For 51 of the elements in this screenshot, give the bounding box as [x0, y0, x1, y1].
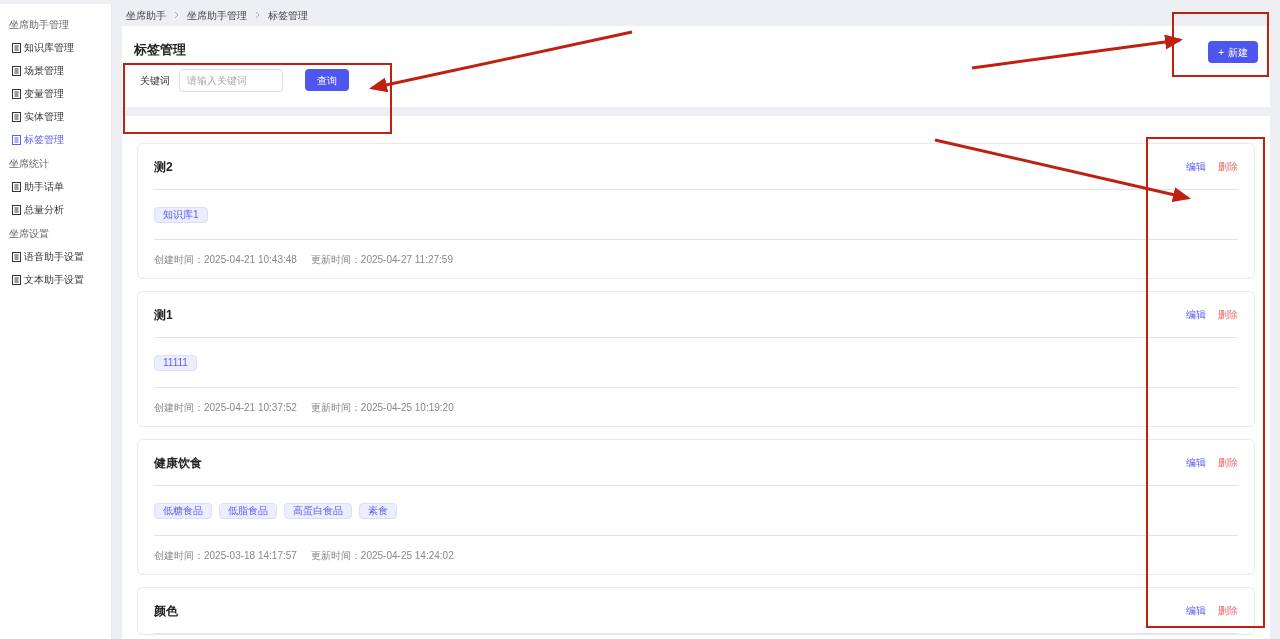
document-icon — [12, 251, 21, 262]
edit-link[interactable]: 编辑 — [1186, 159, 1206, 174]
created-time: 创建时间：2025-03-18 14:17:57 — [154, 548, 297, 563]
tag-chip: 低糖食品 — [154, 502, 212, 519]
card-title: 测1 — [154, 306, 173, 324]
sidebar-item[interactable]: 总量分析 — [0, 198, 111, 221]
tag-chip: 高蛋白食品 — [284, 502, 352, 519]
breadcrumb-item[interactable]: 标签管理 — [268, 7, 308, 23]
page-title: 标签管理 — [134, 41, 187, 59]
document-icon — [12, 42, 21, 53]
card-title: 测2 — [154, 158, 173, 176]
tag-chip: 11111 — [154, 354, 197, 371]
document-icon — [12, 111, 21, 122]
document-icon — [12, 181, 21, 192]
sidebar-item[interactable]: 场景管理 — [0, 59, 111, 82]
tag-chip: 低脂食品 — [219, 502, 277, 519]
sidebar-item[interactable]: 变量管理 — [0, 82, 111, 105]
breadcrumb-item[interactable]: 坐席助手管理 — [187, 7, 247, 23]
sidebar-item[interactable]: 实体管理 — [0, 105, 111, 128]
card-title: 颜色 — [154, 602, 178, 620]
card-title: 健康饮食 — [154, 454, 202, 472]
chevron-icon — [255, 11, 260, 19]
breadcrumb-item[interactable]: 坐席助手 — [126, 7, 166, 23]
edit-link[interactable]: 编辑 — [1186, 307, 1206, 322]
sidebar-item[interactable]: 语音助手设置 — [0, 245, 111, 268]
sidebar-group-title: 坐席设置 — [8, 226, 50, 241]
edit-link[interactable]: 编辑 — [1186, 455, 1206, 470]
new-button[interactable]: + 新建 — [1208, 41, 1258, 63]
sidebar-item[interactable]: 文本助手设置 — [0, 268, 111, 291]
sidebar-item[interactable]: 助手话单 — [0, 175, 111, 198]
edit-link[interactable]: 编辑 — [1186, 603, 1206, 618]
updated-time: 更新时间：2025-04-25 14:24:02 — [310, 548, 454, 563]
document-icon — [12, 88, 21, 99]
tag-chip: 素食 — [359, 502, 397, 519]
sidebar-group-title: 坐席助手管理 — [8, 17, 70, 32]
created-time: 创建时间：2025-04-21 10:37:52 — [154, 400, 297, 415]
document-icon — [12, 134, 21, 145]
updated-time: 更新时间：2025-04-25 10:19:20 — [310, 400, 454, 415]
keyword-label: 关键词 — [140, 73, 170, 88]
sidebar-item[interactable]: 标签管理 — [0, 128, 111, 151]
sidebar-group-title: 坐席统计 — [8, 156, 50, 171]
tag-chip: 知识库1 — [154, 206, 208, 223]
chevron-icon — [174, 11, 179, 19]
keyword-input[interactable]: 请输入关键词 — [179, 68, 283, 92]
created-time: 创建时间：2025-04-21 10:43:48 — [154, 252, 297, 267]
updated-time: 更新时间：2025-04-27 11:27:59 — [310, 252, 453, 267]
document-icon — [12, 65, 21, 76]
document-icon — [12, 204, 21, 215]
sidebar-item[interactable]: 知识库管理 — [0, 36, 111, 59]
search-button[interactable]: 查询 — [305, 69, 349, 91]
document-icon — [12, 274, 21, 285]
